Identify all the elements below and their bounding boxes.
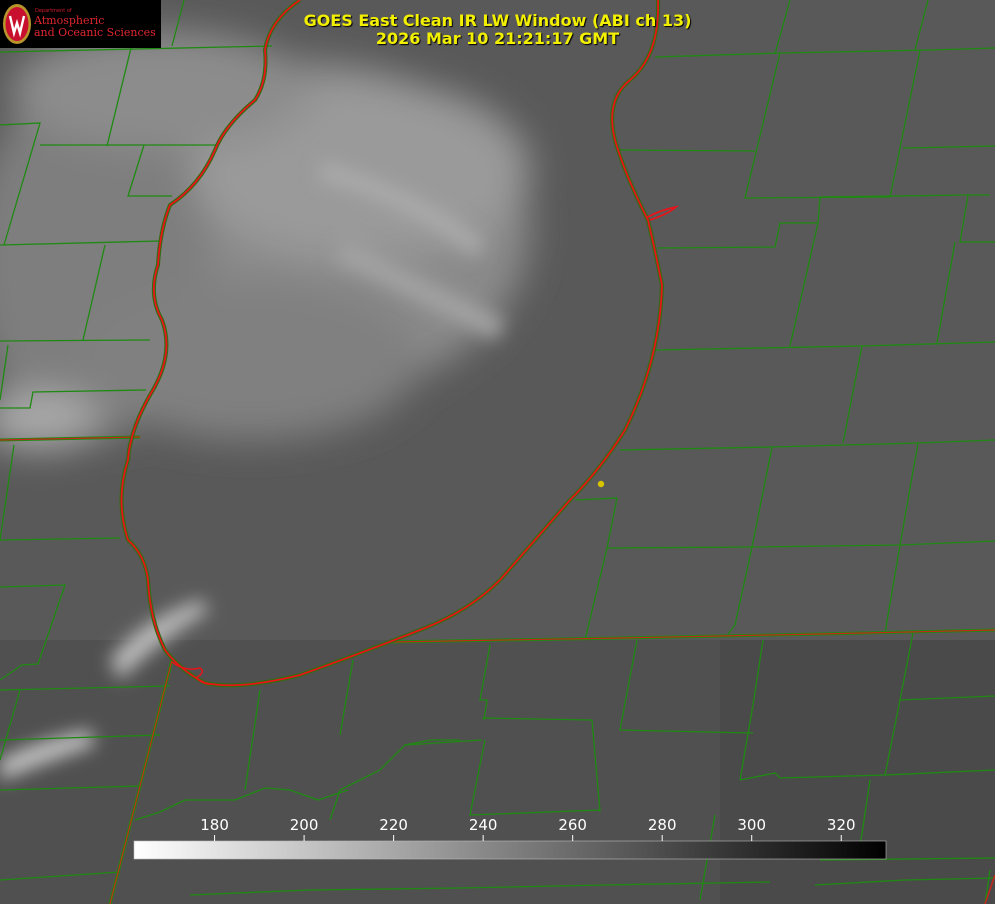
colorbar-tick-label: 260 xyxy=(558,816,587,834)
colorbar-tick-label: 200 xyxy=(290,816,319,834)
location-marker xyxy=(597,480,605,488)
colorbar-tick-label: 280 xyxy=(648,816,677,834)
image-timestamp: 2026 Mar 10 21:21:17 GMT xyxy=(375,29,620,48)
colorbar-gradient xyxy=(133,840,887,860)
image-title: GOES East Clean IR LW Window (ABI ch 13) xyxy=(303,11,692,30)
colorbar-tick-label: 180 xyxy=(200,816,229,834)
colorbar-tick-label: 320 xyxy=(827,816,856,834)
colorbar-tick-label: 240 xyxy=(469,816,498,834)
colorbar-tick-label: 220 xyxy=(379,816,408,834)
colorbar-tick-label: 300 xyxy=(737,816,766,834)
satellite-ir-map: 180 200 220 240 260 280 300 320 xyxy=(0,0,995,904)
